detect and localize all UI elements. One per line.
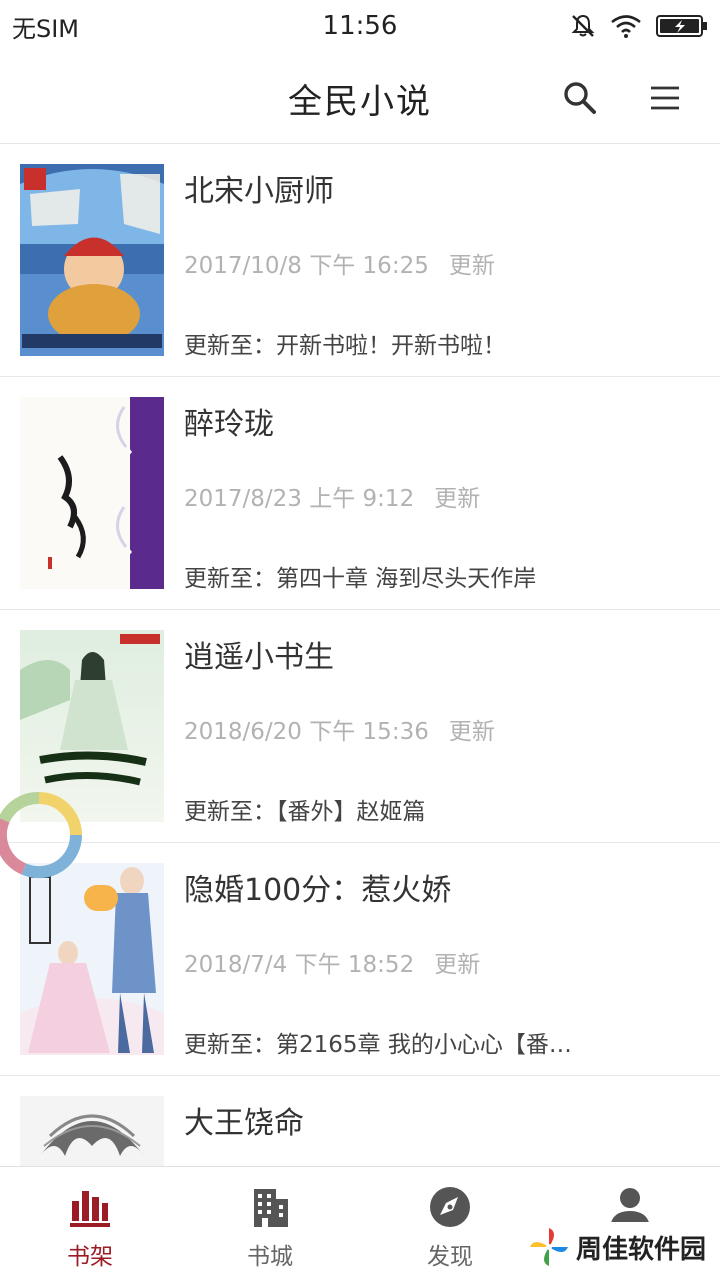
book-update-time: 2017/8/23 上午 9:12 更新: [184, 486, 481, 512]
menu-icon: [651, 86, 679, 110]
watermark-text: 周佳软件园: [575, 1234, 706, 1265]
floating-loader-icon[interactable]: [0, 790, 84, 880]
book-latest-chapter: 更新至：第四十章 海到尽头天作岸: [184, 566, 537, 592]
compass-icon: [430, 1187, 470, 1227]
tab-label: 发现: [427, 1244, 473, 1270]
battery-icon: [656, 15, 707, 37]
tab-bookshelf[interactable]: 书架: [0, 1167, 180, 1280]
bookshelf-icon: [70, 1191, 110, 1227]
book-cover[interactable]: [20, 863, 164, 1055]
status-icons: [570, 13, 708, 39]
book-title: 大王饶命: [184, 1106, 304, 1141]
book-title: 醉玲珑: [184, 407, 274, 442]
app-header: 全民小说: [0, 52, 720, 144]
wifi-icon: [611, 15, 641, 38]
tab-discover[interactable]: 发现: [360, 1167, 540, 1280]
page-title: 全民小说: [288, 82, 432, 122]
book-title: 北宋小厨师: [184, 174, 334, 209]
watermark: 周佳软件园: [521, 1222, 712, 1272]
status-bar: 无SIM 11:56: [0, 0, 720, 52]
book-cover[interactable]: [20, 164, 164, 356]
book-item[interactable]: 隐婚100分：惹火娇 2018/7/4 下午 18:52 更新 更新至：第2165…: [0, 843, 720, 1076]
book-cover[interactable]: [20, 1096, 164, 1166]
building-icon: [254, 1189, 288, 1227]
book-item[interactable]: 北宋小厨师 2017/10/8 下午 16:25 更新 更新至：开新书啦！开新书啦…: [0, 144, 720, 377]
tab-label: 书城: [247, 1244, 293, 1270]
book-title: 逍遥小书生: [184, 640, 334, 675]
search-button[interactable]: [554, 72, 606, 124]
book-item[interactable]: 大王饶命: [0, 1076, 720, 1166]
app-screen: 无SIM 11:56 全民小说 北宋小厨师 2017/10/8 下午 16:25…: [0, 0, 720, 1280]
menu-button[interactable]: [639, 72, 691, 124]
book-update-time: 2018/6/20 下午 15:36 更新: [184, 719, 495, 745]
carrier-label: 无SIM: [12, 14, 80, 43]
book-update-time: 2018/7/4 下午 18:52 更新: [184, 952, 481, 978]
book-title: 隐婚100分：惹火娇: [184, 873, 452, 908]
book-update-time: 2017/10/8 下午 16:25 更新: [184, 253, 495, 279]
mute-icon: [571, 14, 595, 37]
tab-label: 书架: [67, 1244, 113, 1270]
search-icon: [564, 82, 596, 114]
tab-bookstore[interactable]: 书城: [180, 1167, 360, 1280]
book-latest-chapter: 更新至：开新书啦！开新书啦！: [184, 333, 506, 359]
book-latest-chapter: 更新至：第2165章 我的小心心【番…: [184, 1032, 572, 1058]
book-item[interactable]: 醉玲珑 2017/8/23 上午 9:12 更新 更新至：第四十章 海到尽头天作岸: [0, 377, 720, 610]
pinwheel-logo-icon: [529, 1228, 568, 1266]
book-latest-chapter: 更新至：【番外】赵姬篇: [184, 799, 426, 825]
book-cover[interactable]: [20, 397, 164, 589]
bookshelf-list: 北宋小厨师 2017/10/8 下午 16:25 更新 更新至：开新书啦！开新书啦…: [0, 144, 720, 1166]
book-item[interactable]: 逍遥小书生 2018/6/20 下午 15:36 更新 更新至：【番外】赵姬篇: [0, 610, 720, 843]
